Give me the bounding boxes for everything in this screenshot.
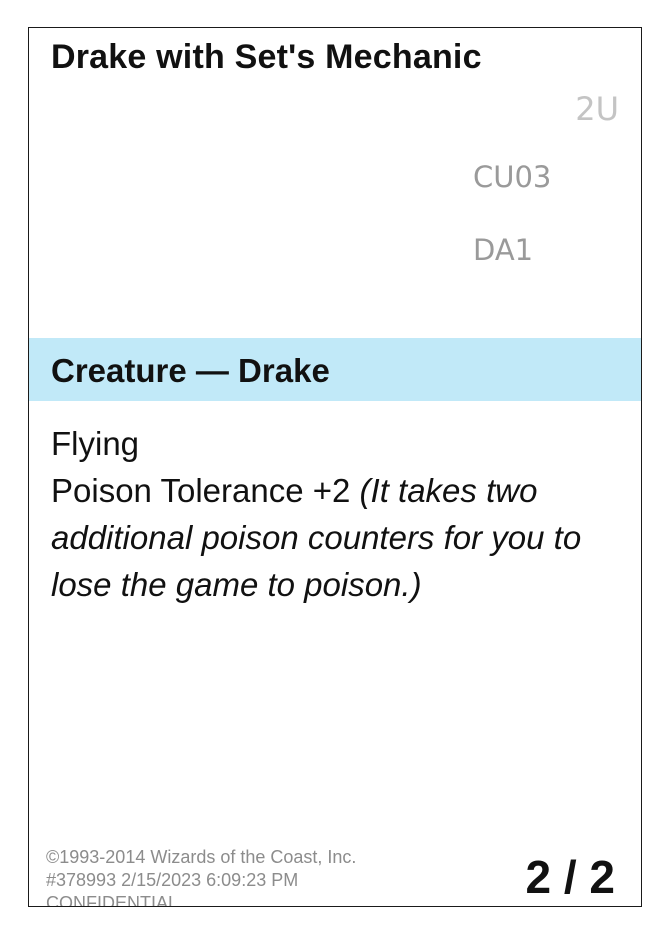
type-bar: Creature — Drake xyxy=(29,338,641,401)
keyword-ability: Flying xyxy=(51,425,140,462)
ability-text: Poison Tolerance +2 (It takes two additi… xyxy=(51,467,611,608)
confidential-line: CONFIDENTIAL xyxy=(46,893,179,907)
mana-cost: 2U xyxy=(575,90,619,128)
card-name: Drake with Set's Mechanic xyxy=(51,38,482,76)
card-id-line: #378993 2/15/2023 6:09:23 PM xyxy=(46,870,299,890)
copyright-line: ©1993-2014 Wizards of the Coast, Inc. xyxy=(46,847,357,867)
type-line: Creature — Drake xyxy=(51,352,330,389)
card-code-secondary: DA1 xyxy=(473,233,534,267)
card-code-primary: CU03 xyxy=(473,160,552,194)
rules-text-box: Flying Poison Tolerance +2 (It takes two… xyxy=(51,420,611,608)
power-toughness: 2 / 2 xyxy=(525,851,615,903)
card-frame: Drake with Set's Mechanic 2U CU03 DA1 Cr… xyxy=(28,27,642,907)
legal-text: ©1993-2014 Wizards of the Coast, Inc. #3… xyxy=(46,846,357,907)
ability-name: Poison Tolerance +2 xyxy=(51,472,351,509)
